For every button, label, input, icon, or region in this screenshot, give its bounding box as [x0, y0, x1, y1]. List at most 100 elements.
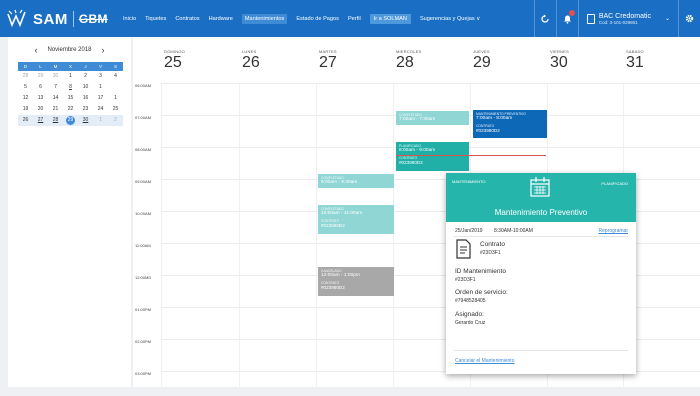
grid-column-line: [161, 83, 162, 387]
calendar-day[interactable]: 2: [78, 71, 93, 82]
document-icon: [456, 239, 471, 259]
nav-mantenimientos[interactable]: Mantenimientos: [241, 14, 288, 24]
event-status: MANTENIMIENTO PREVENTIVO: [476, 112, 526, 116]
calendar-day[interactable]: 28: [18, 71, 33, 82]
calendar-day[interactable]: 28: [48, 115, 63, 126]
day-number: 27: [319, 54, 337, 71]
event-time: 7:00am - 7:30am: [399, 117, 436, 122]
calendar-day[interactable]: 2: [108, 115, 123, 126]
day-header-saturday[interactable]: SABADO 31: [626, 49, 644, 79]
calendar-day[interactable]: 26: [18, 115, 33, 126]
day-header-wednesday[interactable]: MIERCOLES 28: [396, 49, 421, 79]
event-tue-completed-9am[interactable]: COMPLETADO 9:00am - 9:30am: [318, 174, 394, 188]
settings-button[interactable]: [678, 0, 700, 37]
mini-calendar-grid: D L M X J V S 28 29 30 1 2 3 4 5 6 7 8 1…: [18, 62, 123, 126]
calendar-day[interactable]: 14: [48, 93, 63, 104]
cancel-maintenance-link[interactable]: Cancelar el Mantenimiento: [455, 358, 514, 364]
grid-row-line: [161, 83, 700, 84]
event-wed-planned[interactable]: PLANIFICADO 8:00am - 9:00am CONTRATO #02…: [396, 142, 469, 171]
partner-logo: GBM: [78, 12, 108, 26]
calendar-day-today[interactable]: 29: [66, 116, 75, 125]
calendar-day[interactable]: 24: [93, 104, 108, 115]
event-contract-label: CONTRATO: [399, 156, 418, 160]
calendar-day[interactable]: 20: [33, 104, 48, 115]
account-code: Cod: 3-101-029861: [598, 19, 638, 25]
prev-month-icon[interactable]: ‹: [34, 45, 37, 55]
calendar-day[interactable]: 30: [78, 115, 93, 126]
mini-calendar-panel: ‹ Noviembre 2018 › D L M X J V S 28 29 3…: [8, 37, 131, 387]
calendar-day[interactable]: 16: [78, 93, 93, 104]
calendar-day[interactable]: [108, 82, 123, 93]
calendar-day[interactable]: 5: [18, 82, 33, 93]
day-header-friday[interactable]: VIERNES 30: [550, 49, 569, 79]
day-header-thursday[interactable]: JUEVES 29: [473, 49, 491, 79]
calendar-day[interactable]: 12: [18, 93, 33, 104]
event-contract: #023980D2: [321, 285, 345, 290]
calendar-day[interactable]: 3: [93, 71, 108, 82]
calendar-day[interactable]: 19: [18, 104, 33, 115]
calendar-day[interactable]: 30: [48, 71, 63, 82]
calendar-day[interactable]: 1: [108, 93, 123, 104]
time-label: 02:00PM: [135, 339, 152, 344]
next-month-icon[interactable]: ›: [102, 45, 105, 55]
nav-solman[interactable]: Ir a SOLMAN: [369, 14, 411, 24]
calendar-day[interactable]: 21: [48, 104, 63, 115]
logo[interactable]: SAM GBM: [6, 6, 108, 32]
calendar-day[interactable]: 4: [108, 71, 123, 82]
account-info: BAC Credomatic Cod: 3-101-029861: [599, 13, 651, 25]
event-detail-popup: MANTENIMIENTO PLANIFICADO Mantenimiento …: [446, 173, 636, 374]
reschedule-link[interactable]: Reprogramar: [599, 228, 628, 234]
calendar-day[interactable]: 25: [108, 104, 123, 115]
account-menu[interactable]: BAC Credomatic Cod: 3-101-029861 ⌄: [577, 0, 678, 37]
calendar-day[interactable]: 17: [93, 93, 108, 104]
calendar-day[interactable]: 6: [33, 82, 48, 93]
refresh-button[interactable]: [533, 0, 556, 37]
popup-header: MANTENIMIENTO PLANIFICADO Mantenimiento …: [446, 173, 636, 222]
event-thu-preventive[interactable]: MANTENIMIENTO PREVENTIVO 7:00am - 8:00am…: [473, 110, 547, 138]
calendar-day[interactable]: 1: [93, 82, 108, 93]
nav-inicio[interactable]: Inicio: [123, 16, 136, 22]
time-label: 12:00MD: [135, 275, 152, 280]
day-header-sunday[interactable]: DOMINGO 25: [164, 49, 185, 79]
nav-hardware[interactable]: Hardware: [209, 16, 233, 22]
calendar-day[interactable]: 1: [63, 71, 78, 82]
calendar-day[interactable]: 13: [33, 93, 48, 104]
calendar-day[interactable]: 1: [93, 115, 108, 126]
grid-column-line: [316, 83, 317, 387]
header-right: BAC Credomatic Cod: 3-101-029861 ⌄: [533, 0, 700, 37]
calendar-day[interactable]: 27: [33, 115, 48, 126]
event-tue-completed-10am[interactable]: COMPLETADO 10:00am - 11:00am CONTRATO #0…: [318, 205, 394, 234]
event-time: 10:00am - 11:00am: [321, 211, 363, 216]
time-label: 06:00AM: [135, 83, 152, 88]
weekday-label: J: [84, 64, 87, 69]
nav-sugerencias[interactable]: Sugerencias y Quejas ∨: [420, 16, 480, 22]
grid-column-line: [393, 83, 394, 387]
weekday-header: D L M X J V S: [18, 62, 123, 71]
calendar-day[interactable]: 29: [33, 71, 48, 82]
assigned-label: Asignado:: [455, 311, 484, 318]
calendar-day[interactable]: 23: [78, 104, 93, 115]
calendar-day[interactable]: 22: [63, 104, 78, 115]
weekday-label: S: [113, 64, 117, 69]
calendar-day[interactable]: 10: [78, 82, 93, 93]
chevron-down-icon: ⌄: [664, 16, 670, 22]
event-contract-label: CONTRATO: [321, 281, 340, 285]
nav-estado-de-pagos[interactable]: Estado de Pagos: [296, 16, 339, 22]
nav-contratos[interactable]: Contratos: [175, 16, 199, 22]
service-order-label: Orden de servicio:: [455, 289, 508, 296]
weekday-label: X: [68, 64, 72, 69]
time-label: 03:00PM: [135, 371, 152, 376]
mini-calendar-month: Noviembre 2018: [47, 47, 92, 53]
weekday-label: V: [98, 64, 102, 69]
event-wed-completed-7am[interactable]: COMPLETADO 7:00am - 7:30am: [396, 111, 469, 125]
nav-perfil[interactable]: Perfil: [348, 16, 361, 22]
nav-tiquetes[interactable]: Tiquetes: [145, 16, 166, 22]
calendar-day[interactable]: 15: [63, 93, 78, 104]
day-header-monday[interactable]: LUNES 26: [242, 49, 260, 79]
mini-calendar-week-selected: 26 27 28 29 30 1 2: [18, 115, 123, 126]
notifications-button[interactable]: [555, 0, 578, 37]
day-header-tuesday[interactable]: MARTES 27: [319, 49, 337, 79]
event-tue-cancelled[interactable]: CANCELADO 12:00am - 1:00pm CONTRATO #023…: [318, 267, 394, 296]
calendar-day[interactable]: 7: [48, 82, 63, 93]
calendar-day[interactable]: 8: [63, 82, 78, 93]
